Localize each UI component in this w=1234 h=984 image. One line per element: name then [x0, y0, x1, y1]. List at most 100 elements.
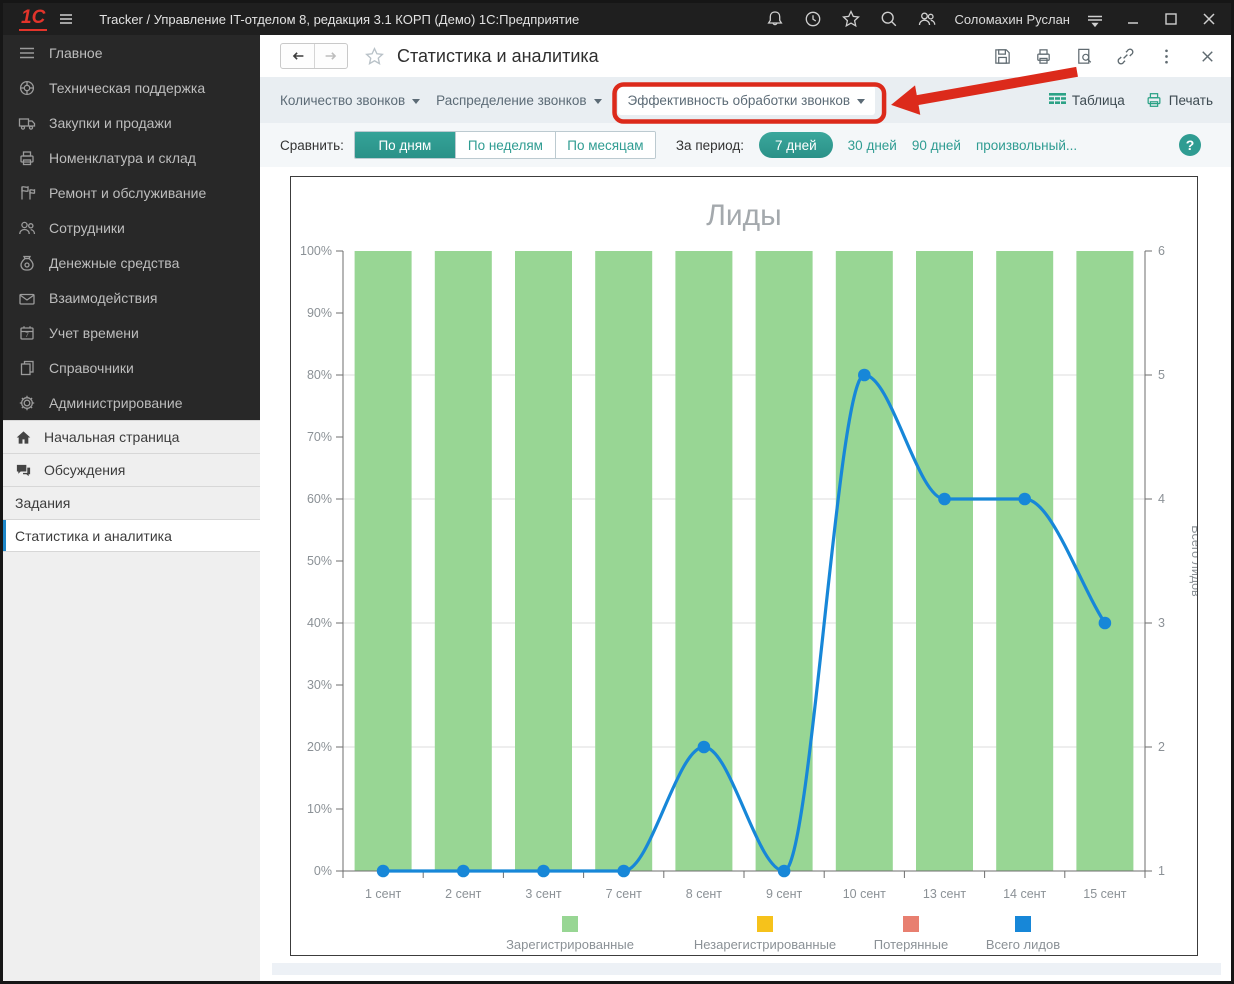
right-tick-label: 3 [1158, 616, 1165, 630]
x-tick-label: 9 сент [766, 887, 803, 901]
sidebar-item-money[interactable]: Денежные средства [3, 245, 260, 280]
minimize-button[interactable] [1123, 9, 1143, 29]
left-tick-label: 80% [307, 368, 332, 382]
compare-by-days-button[interactable]: По дням [355, 132, 455, 158]
warehouse-icon [18, 149, 36, 167]
legend-item: Всего лидов [986, 916, 1060, 952]
tab-label: Эффективность обработки звонков [628, 93, 851, 108]
chart-title: Лиды [706, 199, 782, 232]
maximize-button[interactable] [1161, 9, 1181, 29]
compare-segmented-control: По дням По неделям По месяцам [354, 131, 656, 159]
sidebar-item-nomenclature-warehouse[interactable]: Номенклатура и склад [3, 140, 260, 175]
more-menu-icon[interactable] [1157, 47, 1176, 66]
sidebar-item-label: Главное [49, 45, 103, 61]
users-button[interactable] [917, 9, 937, 29]
legend-label: Незарегистрированные [694, 937, 836, 952]
tab-call-count[interactable]: Количество звонков [280, 93, 420, 108]
books-icon [18, 359, 36, 377]
user-menu-button[interactable] [1085, 9, 1105, 29]
back-button[interactable] [281, 44, 314, 68]
close-form-icon[interactable] [1198, 47, 1217, 66]
period-group: За период: 7 дней 30 дней 90 дней произв… [676, 132, 1077, 158]
chevron-down-icon [412, 99, 420, 104]
minimize-icon [1123, 9, 1143, 29]
bar [595, 251, 652, 871]
bell-icon [765, 9, 785, 29]
sidebar-item-tech-support[interactable]: Техническая поддержка [3, 70, 260, 105]
sidebar-modules: Главное Техническая поддержка Закупки и … [3, 35, 260, 420]
gear-icon [18, 394, 36, 412]
main-menu-button[interactable] [56, 9, 76, 29]
forward-button[interactable] [314, 44, 347, 68]
horizontal-scrollbar[interactable] [272, 963, 1221, 975]
line-point [1018, 493, 1031, 506]
tab-call-efficiency[interactable]: Эффективность обработки звонков [618, 86, 876, 115]
compare-by-weeks-button[interactable]: По неделям [455, 132, 555, 158]
menu-lines-icon [18, 44, 36, 62]
sidebar-item-time-tracking[interactable]: 7 Учет времени [3, 315, 260, 350]
leads-chart: Лиды0%10%20%30%40%50%60%70%80%90%100%1 с… [291, 177, 1197, 955]
sidebar-item-tasks[interactable]: Задания [3, 486, 260, 519]
page-title: Статистика и аналитика [397, 46, 599, 67]
print-icon[interactable] [1034, 47, 1053, 66]
help-button[interactable]: ? [1179, 134, 1201, 156]
period-custom-link[interactable]: произвольный... [976, 138, 1077, 153]
repair-flags-icon [18, 184, 36, 202]
sidebar-item-label: Начальная страница [44, 429, 179, 445]
titlebar: 1С Tracker / Управление IT-отделом 8, ре… [3, 3, 1231, 35]
current-user[interactable]: Соломахин Руслан [954, 12, 1070, 27]
sidebar-item-label: Денежные средства [49, 255, 179, 271]
favorites-button[interactable] [841, 9, 861, 29]
period-7-days-button[interactable]: 7 дней [759, 132, 833, 158]
compare-label: Сравнить: [280, 138, 344, 153]
notifications-button[interactable] [765, 9, 785, 29]
sidebar-item-interactions[interactable]: Взаимодействия [3, 280, 260, 315]
bar [1076, 251, 1133, 871]
left-tick-label: 30% [307, 678, 332, 692]
envelope-icon [18, 289, 36, 307]
sidebar-item-employees[interactable]: Сотрудники [3, 210, 260, 245]
chart-print-button[interactable]: Печать [1145, 91, 1213, 109]
sidebar-empty-area [3, 552, 260, 984]
x-tick-label: 14 сент [1003, 887, 1046, 901]
sidebar-item-label: Номенклатура и склад [49, 150, 196, 166]
x-tick-label: 8 сент [686, 887, 723, 901]
sidebar-item-label: Обсуждения [44, 462, 125, 478]
sidebar-item-purchases-sales[interactable]: Закупки и продажи [3, 105, 260, 140]
sidebar-item-directories[interactable]: Справочники [3, 350, 260, 385]
tab-label: Распределение звонков [436, 93, 586, 108]
left-tick-label: 20% [307, 740, 332, 754]
preview-icon[interactable] [1075, 47, 1094, 66]
link-icon[interactable] [1116, 47, 1135, 66]
home-icon [15, 429, 32, 446]
right-tick-label: 5 [1158, 368, 1165, 382]
sidebar-item-repair-service[interactable]: Ремонт и обслуживание [3, 175, 260, 210]
left-tick-label: 10% [307, 802, 332, 816]
period-30-days-link[interactable]: 30 дней [848, 138, 897, 153]
band-actions: Таблица Печать [1049, 91, 1217, 109]
app-window: 1С Tracker / Управление IT-отделом 8, ре… [0, 0, 1234, 984]
close-window-button[interactable] [1199, 9, 1219, 29]
sidebar-item-home-page[interactable]: Начальная страница [3, 420, 260, 453]
sidebar-item-administration[interactable]: Администрирование [3, 385, 260, 420]
sidebar-item-statistics[interactable]: Статистика и аналитика [3, 519, 260, 552]
sidebar-item-label: Справочники [49, 360, 134, 376]
table-icon [1049, 93, 1066, 107]
compare-by-months-button[interactable]: По месяцам [555, 132, 655, 158]
search-button[interactable] [879, 9, 899, 29]
main-content: Статистика и аналитика Количество звонко… [260, 35, 1231, 981]
sidebar-item-main[interactable]: Главное [3, 35, 260, 70]
history-button[interactable] [803, 9, 823, 29]
line-point [698, 741, 711, 754]
sidebar-item-discussions[interactable]: Обсуждения [3, 453, 260, 486]
save-icon[interactable] [993, 47, 1012, 66]
period-90-days-link[interactable]: 90 дней [912, 138, 961, 153]
tab-call-distribution[interactable]: Распределение звонков [436, 93, 601, 108]
right-tick-label: 6 [1158, 244, 1165, 258]
bar [675, 251, 732, 871]
favorite-star-icon[interactable] [364, 46, 385, 67]
sidebar-pages: Начальная страница Обсуждения Задания Ст… [3, 420, 260, 984]
chart-controls: Сравнить: По дням По неделям По месяцам … [260, 123, 1231, 167]
table-view-button[interactable]: Таблица [1049, 93, 1125, 108]
calendar-icon: 7 [18, 324, 36, 342]
